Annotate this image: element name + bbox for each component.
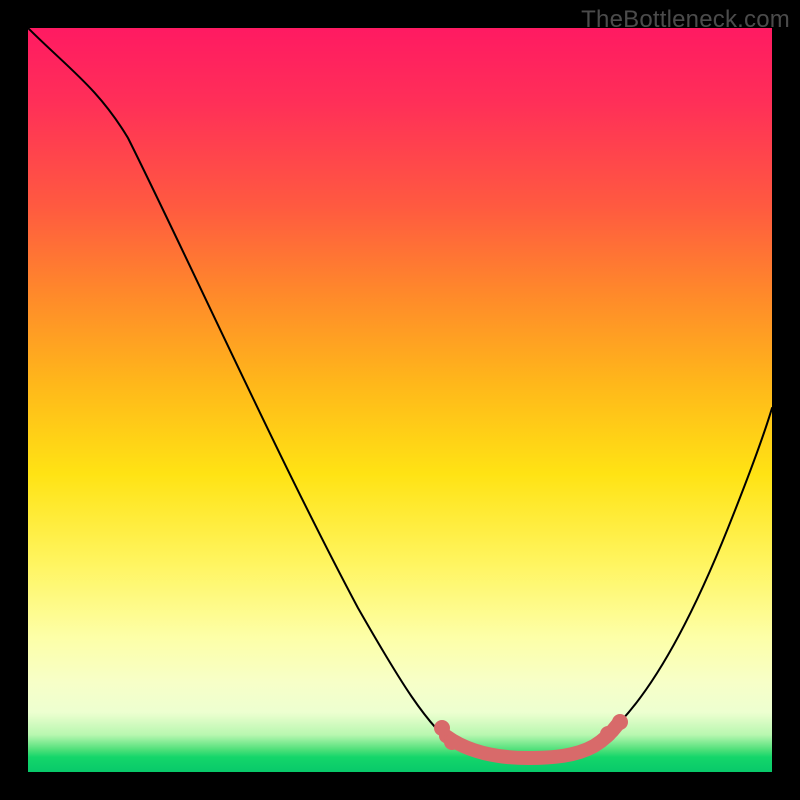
plot-area bbox=[28, 28, 772, 772]
bottleneck-curve bbox=[28, 28, 772, 758]
chart-svg bbox=[28, 28, 772, 772]
highlight-dot bbox=[612, 714, 628, 730]
chart-frame: TheBottleneck.com bbox=[0, 0, 800, 800]
highlight-dot bbox=[600, 726, 616, 742]
highlight-dot bbox=[434, 720, 450, 736]
highlight-segment bbox=[446, 724, 618, 758]
highlight-dot bbox=[444, 734, 460, 750]
